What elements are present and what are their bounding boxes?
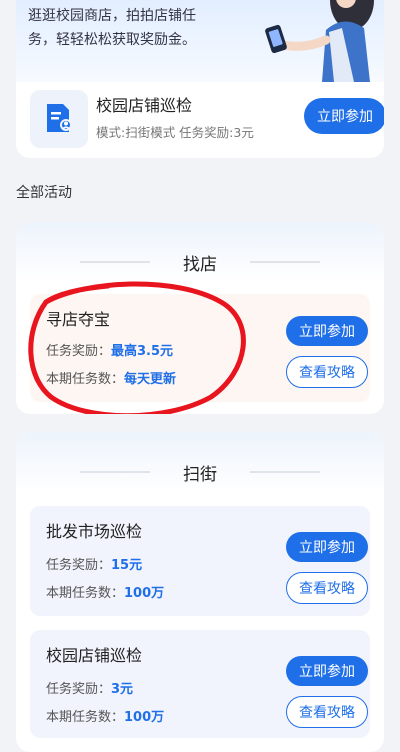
view-guide-button[interactable]: 查看攻略 bbox=[286, 696, 368, 728]
reward-line: 任务奖励：3元 bbox=[46, 678, 133, 697]
woman-with-phone-illustration bbox=[265, 0, 374, 82]
task-count-value: 100万 bbox=[124, 586, 165, 601]
task-count-line: 本期任务数：100万 bbox=[46, 706, 164, 725]
top-banner-card: 逛逛校园商店，拍拍店铺任 务，轻轻松松获取奖励金。 校园店铺巡检 模式:扫街模式… bbox=[16, 0, 384, 158]
store-document-icon bbox=[30, 90, 88, 148]
hero-banner: 逛逛校园商店，拍拍店铺任 务，轻轻松松获取奖励金。 bbox=[16, 0, 384, 82]
featured-task-row: 校园店铺巡检 模式:扫街模式 任务奖励:3元 立即参加 bbox=[16, 84, 384, 158]
group-title-street-sweep: 扫街 bbox=[183, 465, 217, 485]
reward-value: 3元 bbox=[111, 682, 134, 697]
reward-label: 任务奖励： bbox=[46, 682, 112, 697]
reward-value: 15元 bbox=[111, 558, 143, 573]
featured-task-title: 校园店铺巡检 bbox=[96, 96, 193, 115]
hero-text-line-1: 逛逛校园商店，拍拍店铺任 bbox=[28, 8, 196, 24]
activity-item-wholesale-market: 批发市场巡检 任务奖励：15元 本期任务数：100万 立即参加 查看攻略 bbox=[30, 506, 370, 616]
activity-title: 校园店铺巡检 bbox=[46, 646, 143, 665]
join-button[interactable]: 立即参加 bbox=[286, 316, 368, 346]
all-activities-label: 全部活动 bbox=[16, 185, 72, 201]
red-highlight-circle bbox=[28, 281, 246, 414]
task-count-label: 本期任务数： bbox=[46, 586, 125, 601]
task-count-label: 本期任务数： bbox=[46, 710, 125, 725]
activity-item-campus-store: 校园店铺巡检 任务奖励：3元 本期任务数：100万 立即参加 查看攻略 bbox=[30, 630, 370, 738]
activity-title: 批发市场巡检 bbox=[46, 522, 143, 541]
hero-text-line-2: 务，轻轻松松获取奖励金。 bbox=[28, 32, 196, 48]
reward-label: 任务奖励： bbox=[46, 558, 112, 573]
reward-line: 任务奖励：15元 bbox=[46, 554, 142, 573]
group-card-find-store: 找店 寻店夺宝 任务奖励：最高3.5元 本期任务数：每天更新 立即参加 查看攻略 bbox=[16, 222, 384, 414]
task-count-value: 100万 bbox=[124, 710, 165, 725]
join-button[interactable]: 立即参加 bbox=[286, 656, 368, 686]
group-card-street-sweep: 扫街 批发市场巡检 任务奖励：15元 本期任务数：100万 立即参加 查看攻略 … bbox=[16, 432, 384, 752]
task-count-line: 本期任务数：100万 bbox=[46, 582, 164, 601]
hero-text: 逛逛校园商店，拍拍店铺任 务，轻轻松松获取奖励金。 bbox=[28, 4, 253, 52]
join-button[interactable]: 立即参加 bbox=[286, 532, 368, 562]
featured-task-subtitle: 模式:扫街模式 任务奖励:3元 bbox=[96, 125, 254, 140]
view-guide-button[interactable]: 查看攻略 bbox=[286, 572, 368, 604]
view-guide-button[interactable]: 查看攻略 bbox=[286, 356, 368, 388]
featured-join-button[interactable]: 立即参加 bbox=[304, 98, 384, 134]
